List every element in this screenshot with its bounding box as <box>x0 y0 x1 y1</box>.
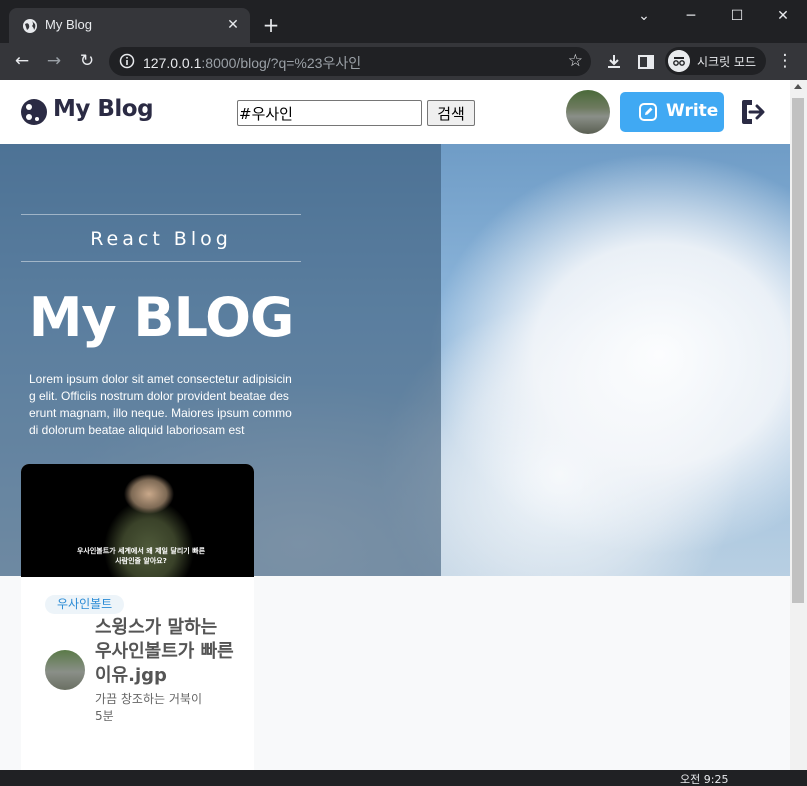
hero-divider-bottom <box>21 261 301 262</box>
os-taskbar: 오전 9:25 <box>0 770 807 785</box>
tab-search-icon[interactable]: ⌄ <box>621 0 667 32</box>
close-window-button[interactable]: ✕ <box>760 0 806 32</box>
url-text[interactable]: 127.0.0.1:8000/blog/?q=%23우사인 <box>143 53 361 73</box>
post-read-time: 5분 <box>95 709 114 723</box>
thumbnail-caption: 우사인볼트가 세계에서 왜 제일 달리기 빠른 사람인줄 알아요? <box>76 547 206 565</box>
new-tab-button[interactable]: + <box>260 14 282 36</box>
forward-button[interactable]: → <box>41 48 67 74</box>
tab-my-blog[interactable]: My Blog ✕ <box>9 8 250 43</box>
tab-title: My Blog <box>45 17 92 32</box>
address-bar[interactable]: 127.0.0.1:8000/blog/?q=%23우사인 ☆ <box>109 47 591 76</box>
browser-toolbar: ← → ↻ 127.0.0.1:8000/blog/?q=%23우사인 ☆ 시크… <box>0 43 807 80</box>
scroll-up-arrow-icon[interactable] <box>794 84 802 89</box>
post-card[interactable]: 우사인볼트가 세계에서 왜 제일 달리기 빠른 사람인줄 알아요? 우사인볼트 … <box>21 464 254 770</box>
post-thumbnail[interactable]: 우사인볼트가 세계에서 왜 제일 달리기 빠른 사람인줄 알아요? <box>21 464 254 577</box>
site-logo-text[interactable]: My Blog <box>53 96 154 122</box>
side-panel-icon[interactable] <box>636 52 656 72</box>
tab-strip: My Blog ✕ + ⌄ ─ ☐ ✕ <box>0 0 807 43</box>
back-button[interactable]: ← <box>9 48 35 74</box>
hero-description: Lorem ipsum dolor sit amet consectetur a… <box>29 372 292 437</box>
incognito-label: 시크릿 모드 <box>697 55 757 69</box>
minimize-button[interactable]: ─ <box>668 0 714 32</box>
bookmark-star-icon[interactable]: ☆ <box>568 51 583 71</box>
search-button[interactable]: 검색 <box>427 100 475 126</box>
post-tag[interactable]: 우사인볼트 <box>45 595 125 614</box>
incognito-indicator[interactable]: 시크릿 모드 <box>665 47 766 75</box>
tab-close-icon[interactable]: ✕ <box>224 16 242 34</box>
logo-icon[interactable] <box>20 98 48 126</box>
hero-divider-top <box>21 214 301 215</box>
hero-title: My BLOG <box>28 286 295 349</box>
browser-window: My Blog ✕ + ⌄ ─ ☐ ✕ ← → ↻ 127.0.0.1:8000… <box>0 0 807 785</box>
scrollbar-thumb[interactable] <box>792 98 804 603</box>
author-avatar <box>45 650 85 690</box>
incognito-icon <box>668 50 690 72</box>
reload-button[interactable]: ↻ <box>74 48 100 74</box>
site-header: My Blog 검색 Write <box>0 80 790 144</box>
info-icon[interactable] <box>119 53 135 69</box>
clock: 오전 9:25 <box>680 773 729 786</box>
web-page: My Blog 검색 Write React Blog My BLOG <box>0 80 790 770</box>
post-title[interactable]: 스윙스가 말하는 우사인볼트가 빠른 이유.jgp <box>95 616 235 688</box>
maximize-button[interactable]: ☐ <box>714 0 760 32</box>
page-scrollbar[interactable] <box>790 80 807 770</box>
user-avatar[interactable] <box>566 90 610 134</box>
logout-icon[interactable] <box>740 98 766 126</box>
url-path: :8000/blog/?q=%23우사인 <box>201 55 362 71</box>
hero-subtitle: React Blog <box>90 228 232 250</box>
edit-icon <box>639 103 657 121</box>
write-label: Write <box>666 101 719 121</box>
download-icon[interactable] <box>604 52 624 72</box>
post-author: 가끔 창조하는 거북이 <box>95 692 202 706</box>
search-input[interactable] <box>237 100 422 126</box>
url-host: 127.0.0.1 <box>143 55 202 71</box>
write-button[interactable]: Write <box>620 92 724 132</box>
globe-icon <box>23 19 37 33</box>
browser-menu-button[interactable]: ⋮ <box>772 48 798 74</box>
